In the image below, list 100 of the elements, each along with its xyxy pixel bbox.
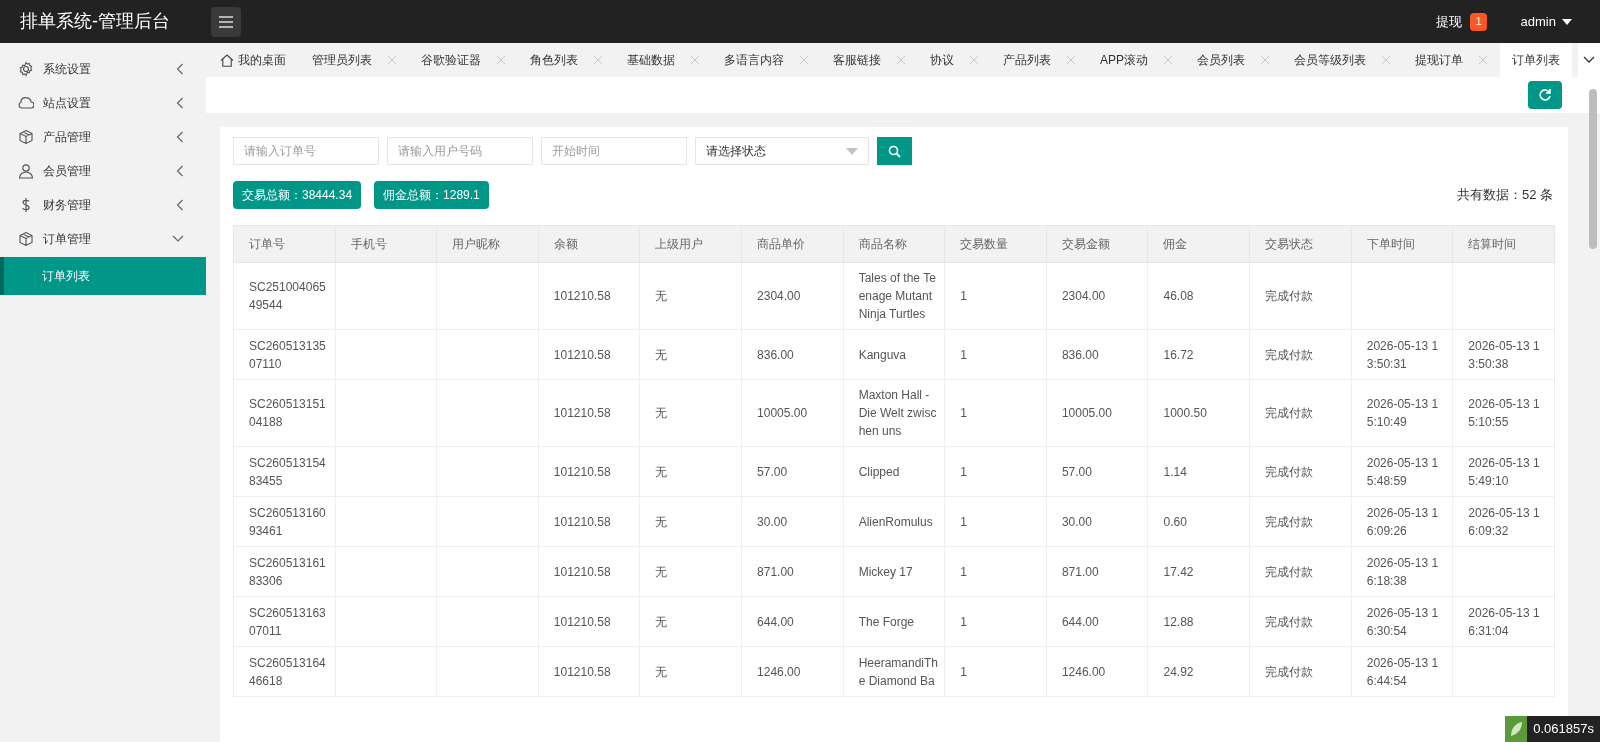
table-cell: 无 [639,646,742,697]
close-icon[interactable] [799,55,809,65]
table-cell: 1 [944,496,1047,547]
column-header: 商品名称 [843,225,945,263]
table-cell: 1 [944,262,1047,330]
order-number-field[interactable]: 请输入订单号 [233,137,379,165]
debug-timer: 0.061857s [1505,716,1600,742]
table-cell: 2026-05-13 16:31:04 [1452,596,1555,647]
tab[interactable]: 谷歌验证器 [409,43,518,77]
sidebar-item[interactable]: 系统设置 [0,52,206,86]
table-cell: SC26051316093461 [233,496,336,547]
column-header: 订单号 [233,225,336,263]
user-menu[interactable]: admin [1520,11,1572,32]
table-cell: SC26051316446618 [233,646,336,697]
tab[interactable]: 订单列表 [1500,43,1572,77]
table-cell: 无 [639,329,742,380]
tab[interactable]: 角色列表 [518,43,615,77]
table-cell: 2026-05-13 15:49:10 [1452,446,1555,497]
status-select[interactable]: 请选择状态 [695,137,869,165]
table-cell: 1.14 [1148,446,1250,497]
user-phone-field[interactable]: 请输入用户号码 [387,137,533,165]
withdraw-link[interactable]: 提现 1 [1436,11,1487,32]
table-cell: 1 [944,646,1047,697]
table-cell: 16.72 [1148,329,1250,380]
home-icon [220,53,234,67]
table-cell: Kanguva [843,329,945,380]
column-header: 下单时间 [1351,225,1453,263]
close-icon[interactable] [690,55,700,65]
table-cell: Tales of the Teenage Mutant Ninja Turtles [843,262,945,330]
close-icon[interactable] [1066,55,1076,65]
column-header: 上级用户 [639,225,742,263]
tab[interactable]: 会员列表 [1185,43,1282,77]
table-cell: 10005.00 [741,379,844,447]
table-cell: The Forge [843,596,945,647]
tab[interactable]: 基础数据 [615,43,712,77]
close-icon[interactable] [1381,55,1391,65]
table-cell: SC26051313507110 [233,329,336,380]
table-cell: 完成付款 [1249,446,1352,497]
sidebar-item[interactable]: 站点设置 [0,86,206,120]
sidebar-item[interactable]: 会员管理 [0,154,206,188]
table-cell: 644.00 [741,596,844,647]
tab[interactable]: 提现订单 [1403,43,1500,77]
chevron-down-icon [172,235,184,243]
cloud-icon [18,95,34,111]
tab[interactable]: 协议 [918,43,991,77]
column-header: 交易数量 [944,225,1047,263]
search-button[interactable] [877,137,912,165]
close-icon[interactable] [387,55,397,65]
tab[interactable]: 管理员列表 [300,43,409,77]
caret-icon [846,147,858,155]
table-cell: 101210.58 [538,329,640,380]
tab[interactable]: 会员等级列表 [1282,43,1403,77]
close-icon[interactable] [1478,55,1488,65]
gear-icon [18,61,34,77]
table-cell: AlienRomulus [843,496,945,547]
sidebar-item[interactable]: 产品管理 [0,120,206,154]
table-cell: 30.00 [741,496,844,547]
tab[interactable]: 我的桌面 [208,43,300,77]
table-cell: 2026-05-13 13:50:31 [1351,329,1453,380]
sidebar-subitem[interactable]: 订单列表 [0,257,206,295]
menu-button[interactable] [211,6,241,37]
table-cell: Mickey 17 [843,546,945,597]
table-cell: 1 [944,379,1047,447]
tab[interactable]: 产品列表 [991,43,1088,77]
table-cell: 871.00 [741,546,844,597]
start-time-field[interactable]: 开始时间 [541,137,687,165]
table-cell: 46.08 [1148,262,1250,330]
table-cell: 完成付款 [1249,496,1352,547]
close-icon[interactable] [496,55,506,65]
table-cell: 1246.00 [1046,646,1148,697]
sidebar-item[interactable]: 订单管理 [0,222,206,256]
chevron-down-icon [1583,56,1595,64]
close-icon[interactable] [896,55,906,65]
table-cell: 101210.58 [538,646,640,697]
close-icon[interactable] [1260,55,1270,65]
close-icon[interactable] [969,55,979,65]
column-header: 用户昵称 [436,225,539,263]
scrollbar-thumb[interactable] [1589,89,1597,249]
tab[interactable]: 多语言内容 [712,43,821,77]
table-cell: 完成付款 [1249,546,1352,597]
table-cell: SC25100406549544 [233,262,336,330]
table-cell: 无 [639,379,742,447]
chevron-left-icon [176,63,184,75]
total-button[interactable]: 交易总额：38444.34 [233,181,362,209]
tab[interactable]: APP滚动 [1088,43,1185,77]
column-header: 交易金额 [1046,225,1148,263]
table-cell: SC26051316183306 [233,546,336,597]
close-icon[interactable] [593,55,603,65]
total-button[interactable]: 佣金总额：1289.1 [374,181,489,209]
chevron-left-icon [176,199,184,211]
refresh-button[interactable] [1528,81,1562,109]
tab[interactable]: 客服链接 [821,43,918,77]
table-cell: 30.00 [1046,496,1148,547]
table-cell: SC26051315104188 [233,379,336,447]
close-icon[interactable] [1163,55,1173,65]
sidebar-item[interactable]: 财务管理 [0,188,206,222]
table-cell: 1246.00 [741,646,844,697]
table-cell: 无 [639,596,742,647]
tab-menu-button[interactable] [1578,43,1600,77]
table-cell: 644.00 [1046,596,1148,647]
